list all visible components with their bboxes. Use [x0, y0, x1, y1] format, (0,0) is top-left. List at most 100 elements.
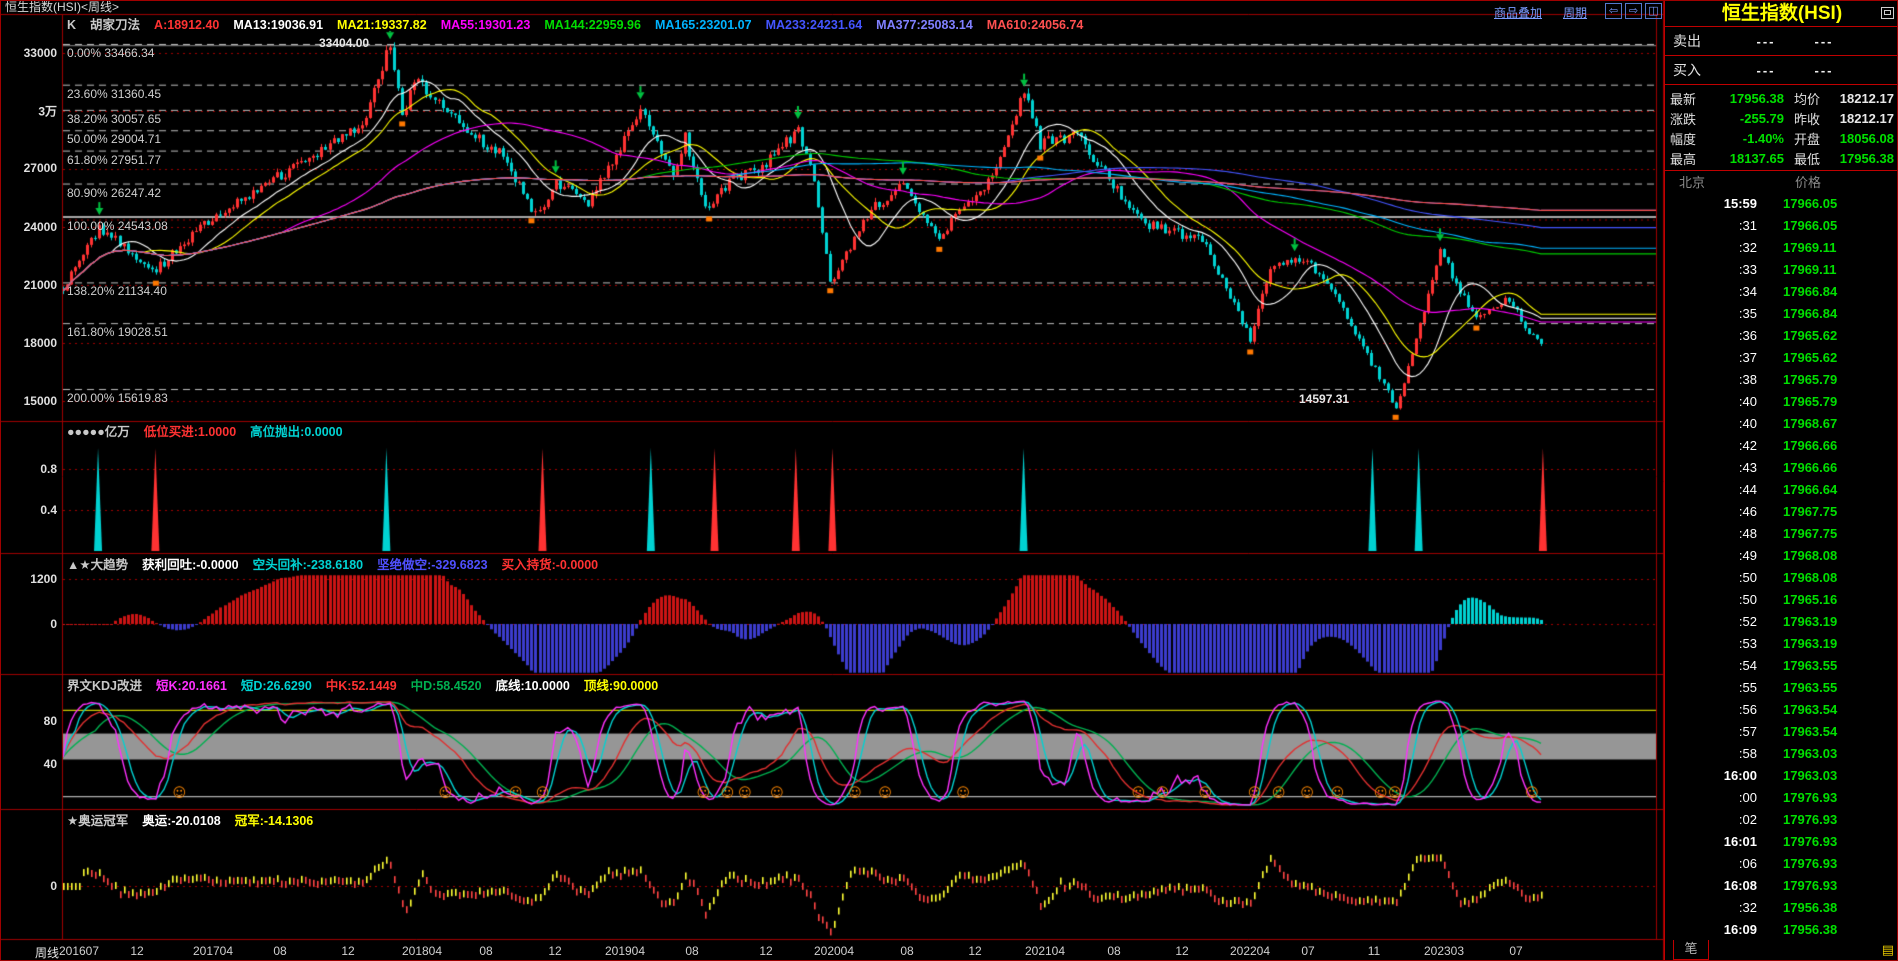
indicator-value: 顶线:90.0000: [583, 679, 659, 693]
tape-row[interactable]: :06 17976.93: [1665, 852, 1897, 874]
overlay-link[interactable]: 商品叠加: [1494, 4, 1542, 21]
arrow-right-icon[interactable]: ⇨: [1625, 3, 1642, 19]
tape-time: :50: [1738, 591, 1757, 607]
period-link[interactable]: 周期: [1563, 4, 1587, 21]
tape-row[interactable]: :43 17966.66: [1665, 456, 1897, 478]
tape-row[interactable]: :38 17965.79: [1665, 368, 1897, 390]
indicator-value: MA13:19036.91: [233, 18, 324, 32]
panel-y-label: 0: [50, 617, 57, 631]
tape-price: 17968.08: [1783, 569, 1838, 585]
tape-row[interactable]: :40 17965.79: [1665, 390, 1897, 412]
tape-row[interactable]: :02 17976.93: [1665, 808, 1897, 830]
tape-time-col: 北京: [1679, 175, 1706, 190]
tape-row[interactable]: :55 17963.55: [1665, 676, 1897, 698]
tape-row[interactable]: :50 17968.08: [1665, 566, 1897, 588]
fib-level-label: 23.60% 31360.45: [67, 86, 162, 101]
tape-row[interactable]: :32 17956.38: [1665, 896, 1897, 918]
quote-stat-row: 最新 17956.38 均价 18212.17: [1670, 88, 1894, 108]
panel-y-label: 1200: [30, 572, 57, 586]
tape-time: :33: [1738, 261, 1757, 277]
tape-time: :37: [1738, 349, 1757, 365]
high-price-label: 33404.00: [319, 36, 370, 50]
x-axis-tick: 08: [1107, 944, 1121, 958]
tape-row[interactable]: :50 17965.16: [1665, 588, 1897, 610]
quote-stat: 17956.38: [1839, 150, 1894, 166]
tape-row[interactable]: 15:59 17966.05: [1665, 192, 1897, 214]
tape-price-col: 价格: [1795, 175, 1822, 190]
quote-stat: -255.79: [1739, 110, 1784, 126]
tape-row[interactable]: 16:01 17976.93: [1665, 830, 1897, 852]
quote-stat: 幅度: [1670, 131, 1697, 147]
tape-row[interactable]: :32 17969.11: [1665, 236, 1897, 258]
tape-row[interactable]: :49 17968.08: [1665, 544, 1897, 566]
arrow-left-icon[interactable]: ⇦: [1605, 3, 1622, 19]
tape-time: 16:09: [1723, 921, 1757, 937]
indicator-value: 中D:58.4520: [410, 679, 482, 693]
tape-price: 17966.05: [1783, 195, 1838, 211]
tape-time: :34: [1738, 283, 1757, 299]
maximize-icon[interactable]: [1881, 7, 1894, 19]
tape-price: 17963.19: [1783, 635, 1838, 651]
indicator-value: 界文KDJ改进: [67, 679, 143, 693]
tape-row[interactable]: :35 17966.84: [1665, 302, 1897, 324]
tape-time: :42: [1738, 437, 1757, 453]
ask-volume: ---: [1814, 33, 1834, 49]
tape-row[interactable]: :44 17966.64: [1665, 478, 1897, 500]
tape-row[interactable]: :57 17963.54: [1665, 720, 1897, 742]
tick-tape[interactable]: 15:59 17966.05:31 17966.05:32 17969.11:33 17…: [1665, 192, 1897, 940]
y-axis-label: 21000: [23, 278, 57, 292]
tape-row[interactable]: :48 17967.75: [1665, 522, 1897, 544]
indicator-value: 短D:26.6290: [240, 679, 312, 693]
tape-price: 17976.93: [1783, 877, 1838, 893]
note-icon[interactable]: ▤: [1882, 943, 1894, 957]
tape-row[interactable]: :52 17963.19: [1665, 610, 1897, 632]
tape-price: 17956.38: [1783, 899, 1838, 915]
quote-stat: 涨跌: [1670, 111, 1697, 127]
tape-row[interactable]: 16:09 17956.38: [1665, 918, 1897, 940]
tape-price: 17965.62: [1783, 349, 1838, 365]
tape-row[interactable]: :00 17976.93: [1665, 786, 1897, 808]
indicator-value: MA55:19301.23: [440, 18, 531, 32]
tape-row[interactable]: :53 17963.19: [1665, 632, 1897, 654]
tape-row[interactable]: :34 17966.84: [1665, 280, 1897, 302]
tape-time: 16:01: [1723, 833, 1757, 849]
y-axis-label: 24000: [23, 220, 57, 234]
y-axis-label: 27000: [23, 161, 57, 175]
tape-time: :44: [1738, 481, 1757, 497]
tape-row[interactable]: :36 17965.62: [1665, 324, 1897, 346]
tape-price: 17967.75: [1783, 503, 1838, 519]
bi-tab[interactable]: 笔: [1673, 940, 1709, 960]
fib-level-label: 50.00% 29004.71: [67, 132, 162, 147]
tape-price: 17966.84: [1783, 305, 1838, 321]
indicator-value: MA21:19337.82: [337, 18, 427, 32]
tape-row[interactable]: :31 17966.05: [1665, 214, 1897, 236]
indicator-value: ▲★大趋势: [67, 558, 129, 572]
panel-daqushi-header: ▲★大趋势 获利回吐:-0.0000 空头回补:-238.6180 坚绝做空:-329…: [67, 558, 612, 573]
tape-price: 17976.93: [1783, 789, 1838, 805]
tape-price: 17966.05: [1783, 217, 1838, 233]
fib-level-label: 80.90% 26247.42: [67, 185, 162, 200]
tape-time: :32: [1738, 239, 1757, 255]
tape-row[interactable]: :56 17963.54: [1665, 698, 1897, 720]
tape-row[interactable]: 16:08 17976.93: [1665, 874, 1897, 896]
tape-row[interactable]: :33 17969.11: [1665, 258, 1897, 280]
tape-row[interactable]: :40 17968.67: [1665, 412, 1897, 434]
tape-time: 15:59: [1723, 195, 1757, 211]
split-window-icon[interactable]: ◫: [1645, 3, 1662, 19]
indicator-value: 奥运:-20.0108: [142, 814, 221, 828]
panel-y-label: 0.4: [40, 503, 57, 517]
tape-row[interactable]: 16:00 17963.03: [1665, 764, 1897, 786]
tape-row[interactable]: :46 17967.75: [1665, 500, 1897, 522]
y-axis-label: 18000: [23, 336, 57, 350]
quote-stat: 最高: [1670, 151, 1697, 167]
indicator-value: ★奥运冠军: [67, 814, 129, 828]
tape-price: 17956.38: [1783, 921, 1838, 937]
tape-row[interactable]: :54 17963.55: [1665, 654, 1897, 676]
tape-time: :48: [1738, 525, 1757, 541]
tape-row[interactable]: :42 17966.66: [1665, 434, 1897, 456]
tape-row[interactable]: :37 17965.62: [1665, 346, 1897, 368]
x-axis-tick: 08: [273, 944, 287, 958]
tape-row[interactable]: :58 17963.03: [1665, 742, 1897, 764]
indicator-value: 胡家刀法: [90, 18, 141, 32]
indicator-value: 空头回补:-238.6180: [252, 558, 364, 572]
